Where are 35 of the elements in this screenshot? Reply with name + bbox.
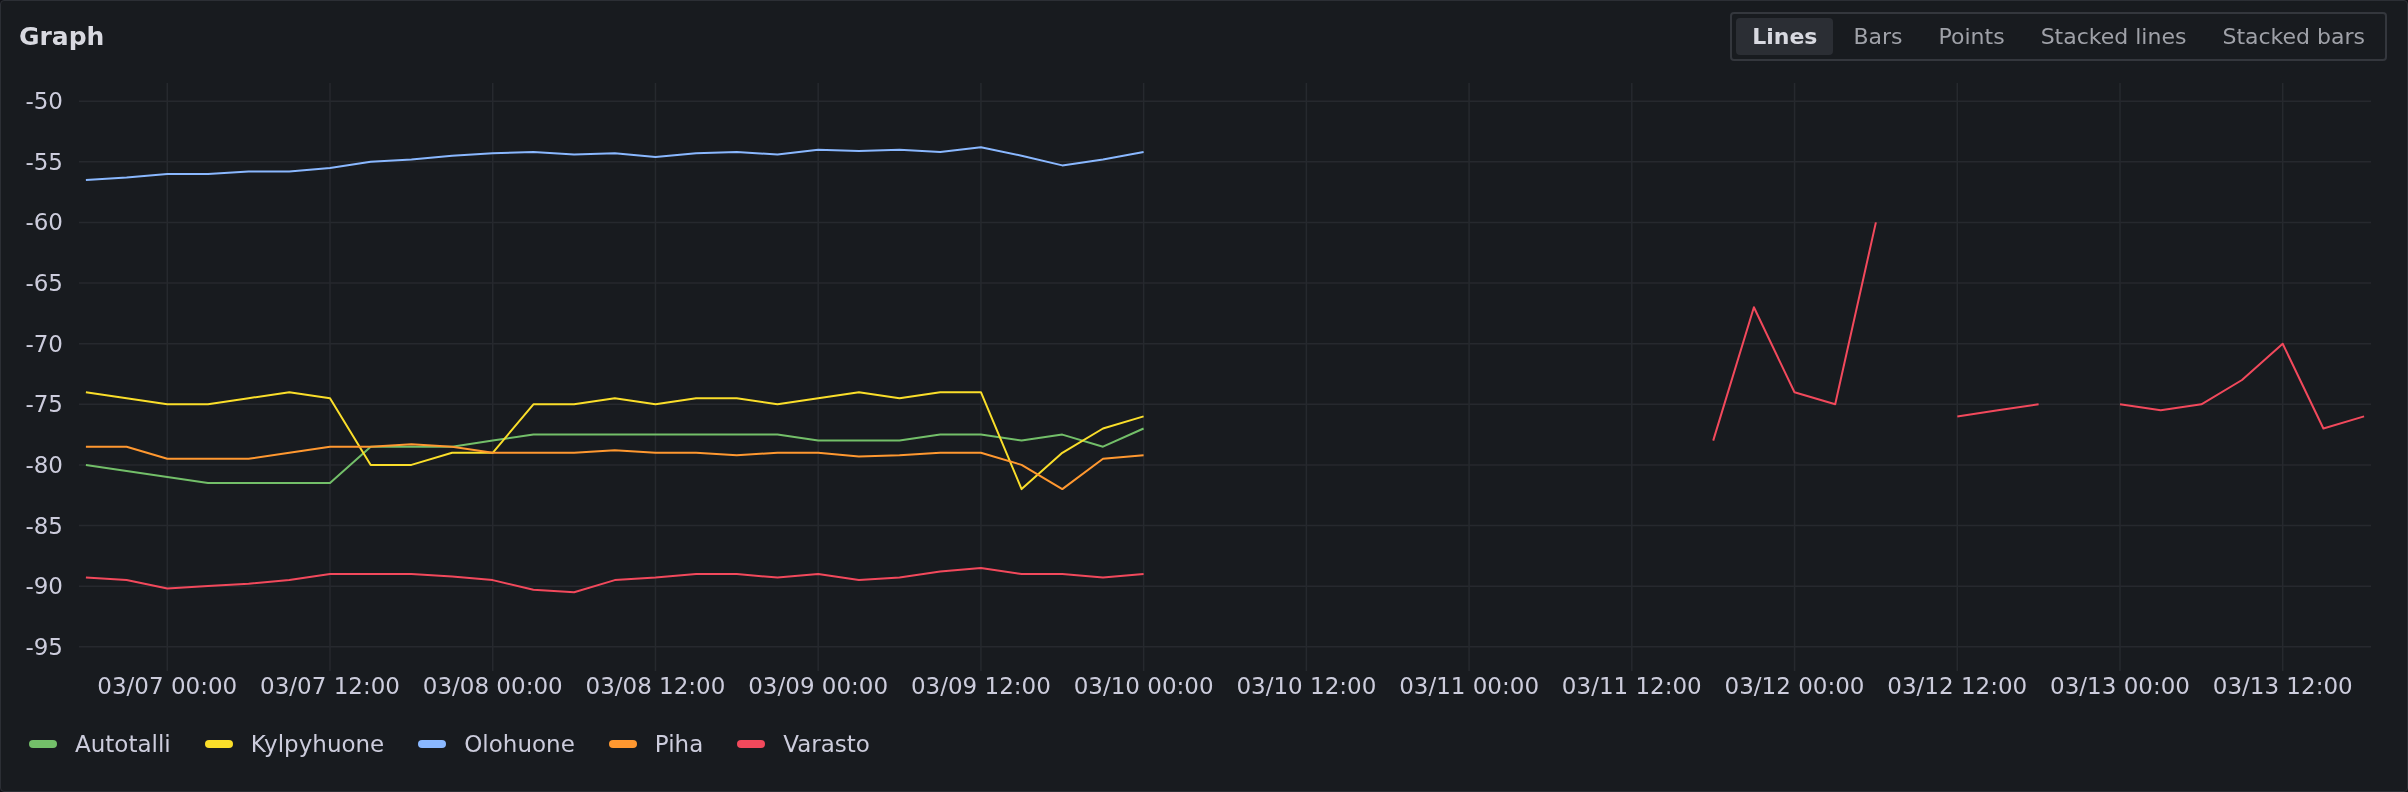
legend-label[interactable]: Kylpyhuone	[250, 731, 385, 757]
x-axis-label: 03/13 12:00	[2212, 673, 2353, 699]
y-axis-label: -70	[25, 330, 63, 357]
y-axis-label: -60	[25, 209, 63, 236]
legend-label[interactable]: Autotalli	[75, 731, 171, 757]
x-axis-label: 03/08 12:00	[585, 673, 726, 699]
y-axis-label: -95	[25, 633, 63, 660]
x-axis-label: 03/08 00:00	[422, 673, 563, 699]
x-axis-label: 03/13 00:00	[2050, 673, 2190, 699]
x-axis-label: 03/11 12:00	[1561, 673, 1702, 699]
x-axis-label: 03/12 00:00	[1724, 673, 1865, 699]
y-axis-label: -85	[25, 512, 63, 539]
view-mode-option[interactable]: Bars	[1837, 17, 1919, 55]
x-axis-label: 03/12 12:00	[1887, 673, 2028, 699]
y-axis-label: -50	[25, 88, 63, 115]
x-axis-label: 03/09 12:00	[910, 673, 1051, 699]
x-axis-label: 03/10 12:00	[1236, 673, 1377, 699]
x-axis-label: 03/07 00:00	[97, 673, 238, 699]
panel-title: Graph	[19, 21, 105, 51]
legend-label[interactable]: Piha	[654, 731, 704, 757]
y-axis-label: -75	[25, 391, 63, 418]
view-mode-option[interactable]: Stacked lines	[2024, 17, 2203, 55]
view-mode-option[interactable]: Stacked bars	[2206, 17, 2381, 55]
x-axis-label: 03/09 00:00	[748, 673, 889, 699]
legend-label[interactable]: Varasto	[783, 731, 870, 757]
x-axis-label: 03/07 12:00	[260, 673, 400, 699]
view-mode-option[interactable]: Points	[1922, 17, 2021, 55]
y-axis-label: -90	[25, 573, 63, 600]
x-axis-label: 03/10 00:00	[1073, 673, 1214, 699]
y-axis-label: -65	[25, 270, 63, 297]
legend-label[interactable]: Olohuone	[464, 731, 575, 757]
y-axis-label: -80	[25, 451, 63, 478]
view-mode-option[interactable]: Lines	[1736, 17, 1834, 55]
x-axis-label: 03/11 00:00	[1399, 673, 1539, 699]
y-axis-label: -55	[25, 148, 63, 175]
